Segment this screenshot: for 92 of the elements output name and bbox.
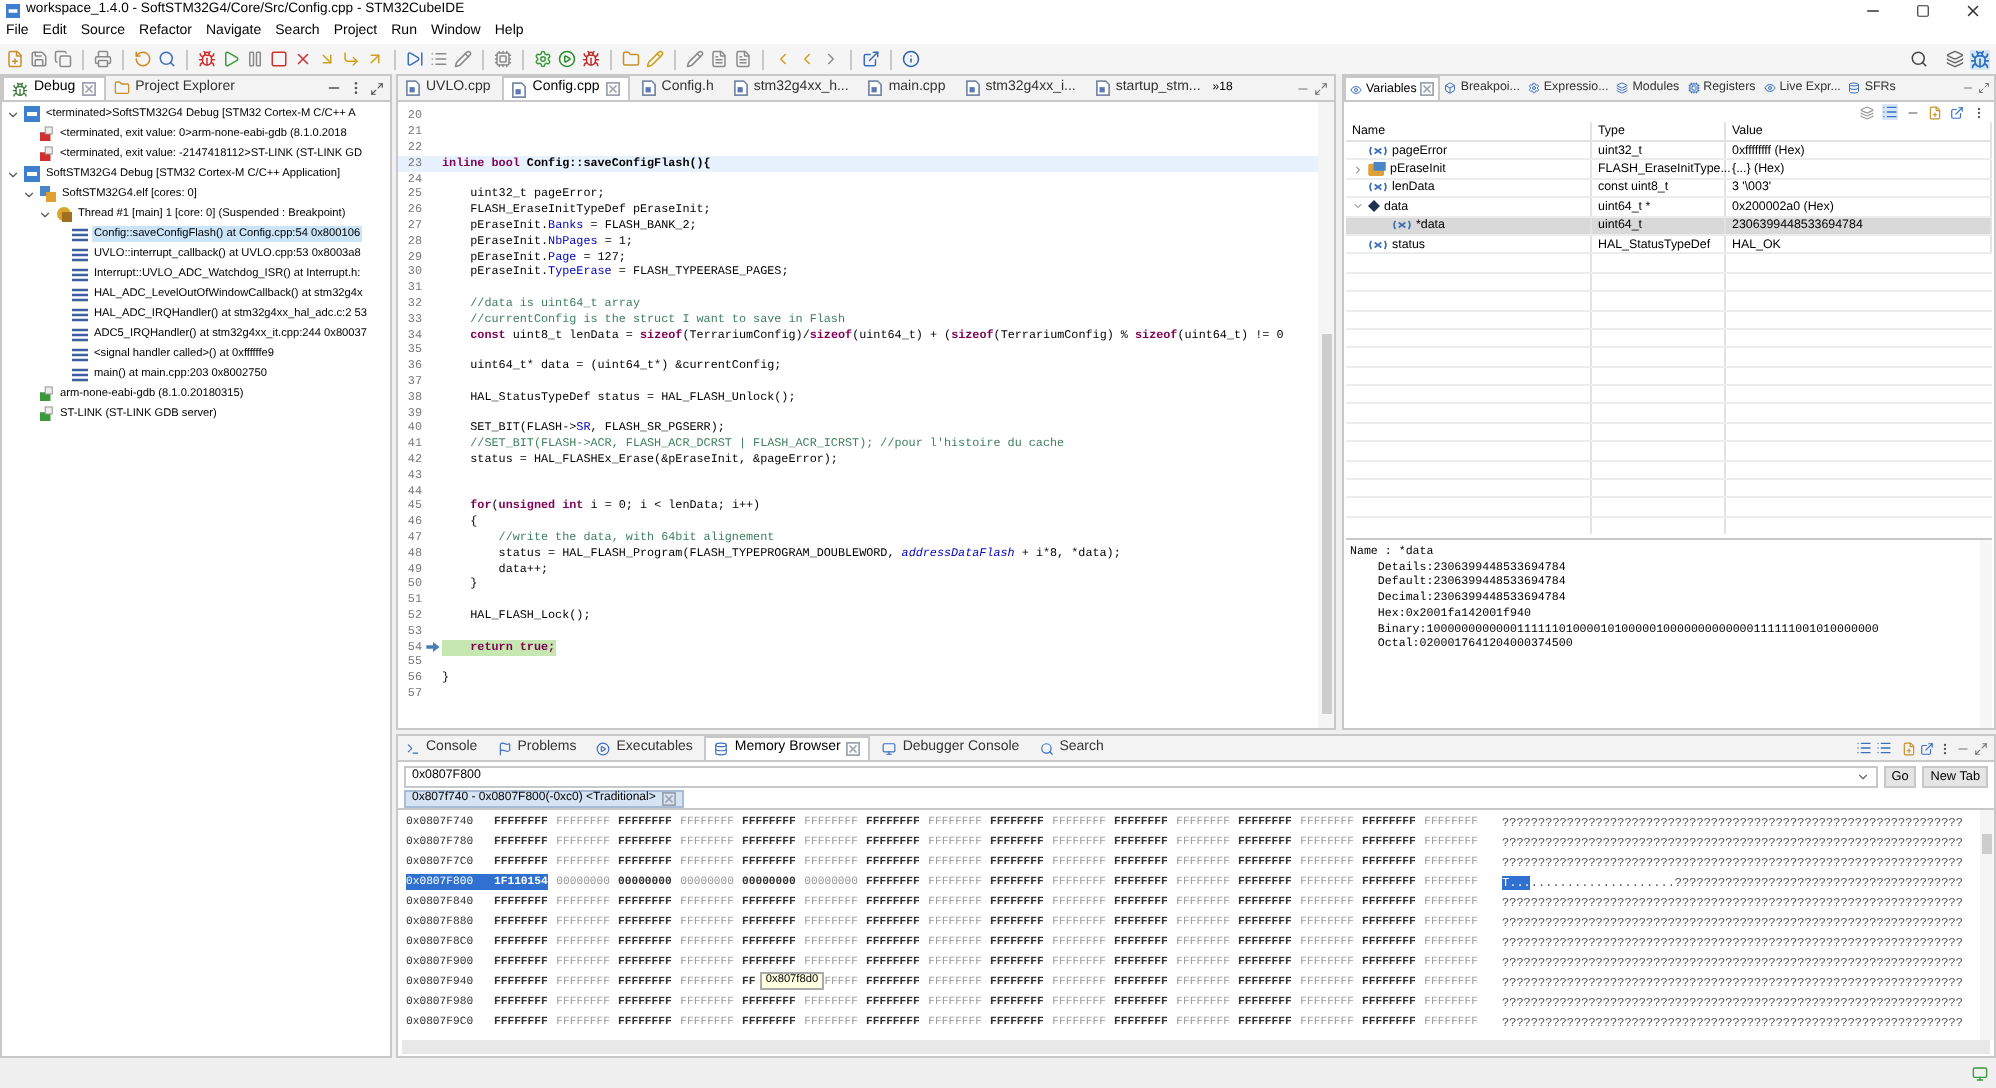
list-icon[interactable] [430,50,448,68]
process-icon [40,386,54,402]
chip-icon[interactable] [494,50,512,68]
new-file-icon[interactable] [1902,741,1916,755]
stopped-process-icon [40,126,54,142]
previous-icon[interactable] [798,50,816,68]
variable-icon [1392,220,1412,231]
struct-icon [1368,162,1386,177]
list-icon[interactable] [1882,104,1898,120]
stack-frame-icon [72,347,88,361]
new-file-icon[interactable] [6,50,24,68]
gear-icon[interactable] [534,50,552,68]
disconnect-icon[interactable] [294,50,312,68]
view-icon[interactable] [1444,82,1457,94]
step-return-icon[interactable] [366,50,384,68]
stack-frame-icon [72,287,88,301]
open-perspective-icon[interactable] [862,50,880,68]
search-icon[interactable] [158,50,176,68]
scrollbar[interactable] [402,1040,1990,1054]
stack-frame-icon [72,267,88,281]
view-icon[interactable] [1616,82,1629,94]
perspective-icon[interactable] [1946,50,1964,68]
refresh-icon[interactable] [134,50,152,68]
view-icon[interactable] [1527,82,1540,94]
view-icon[interactable] [714,742,729,756]
view-icon[interactable] [497,741,512,755]
scrollbar[interactable] [1980,540,1992,728]
search-icon[interactable] [1910,50,1928,68]
launch-icon [24,106,40,122]
bug-icon[interactable] [12,81,28,97]
maximize-icon[interactable] [370,81,384,95]
scrollbar[interactable] [1980,810,1994,1040]
step-into-icon[interactable] [318,50,336,68]
application-icon [40,186,56,202]
run-icon[interactable] [558,50,576,68]
export-icon[interactable] [1920,741,1934,755]
scrollbar[interactable] [1318,102,1334,728]
export-icon[interactable] [1950,105,1964,119]
layout-icon[interactable] [1860,105,1874,119]
back-icon[interactable] [774,50,792,68]
new-file-icon[interactable] [1928,105,1942,119]
file-icon [512,81,527,97]
resume-icon[interactable] [222,50,240,68]
folder-icon[interactable] [622,50,640,68]
close-icon[interactable] [1964,2,1982,20]
view-menu-icon[interactable] [1972,105,1986,119]
view-menu-icon[interactable] [1938,741,1952,755]
variable-icon [1368,239,1388,250]
status-icon[interactable] [1972,1065,1988,1081]
document-icon[interactable] [710,50,728,68]
bug-icon[interactable] [198,50,216,68]
view-icon[interactable] [596,741,611,755]
pencil-icon[interactable] [454,50,472,68]
view-icon[interactable] [882,741,897,755]
toggle-icon[interactable] [1856,740,1872,756]
stack-frame-icon [72,227,88,241]
process-icon [40,406,54,422]
debug-icon[interactable] [582,50,600,68]
stack-frame-icon [72,307,88,321]
view-icon[interactable] [406,741,420,755]
stopped-process-icon [40,146,54,162]
view-icon[interactable] [1350,83,1362,95]
view-icon[interactable] [1687,82,1700,94]
save-icon[interactable] [30,50,48,68]
print-icon[interactable] [94,50,112,68]
step-over-icon[interactable] [342,50,360,68]
annotation-icon[interactable] [686,50,704,68]
thread-icon [56,206,72,222]
folder-icon[interactable] [113,80,130,96]
view-icon[interactable] [1763,82,1776,94]
info-icon[interactable] [902,50,920,68]
stop-icon[interactable] [270,50,288,68]
launch-icon [24,166,40,182]
debug-perspective-icon[interactable] [1970,49,1990,69]
maximize-icon[interactable] [1314,81,1328,95]
toggle-icon[interactable] [1876,740,1892,756]
view-icon[interactable] [1848,82,1861,94]
pause-icon[interactable] [246,50,264,68]
restore-icon[interactable] [1916,4,1930,18]
stack-frame-icon [72,327,88,341]
copy-icon[interactable] [54,50,72,68]
pointer-icon [1368,200,1380,213]
maximize-icon[interactable] [1974,741,1988,755]
stack-frame-icon [72,367,88,381]
variable-icon [1368,145,1388,156]
edit-icon[interactable] [646,50,664,68]
forward-icon[interactable] [822,50,840,68]
instruction-step-icon[interactable] [406,50,424,68]
variable-icon [1368,182,1388,193]
view-icon[interactable] [1039,741,1054,755]
stack-frame-icon [72,247,88,261]
page-icon[interactable] [734,50,752,68]
